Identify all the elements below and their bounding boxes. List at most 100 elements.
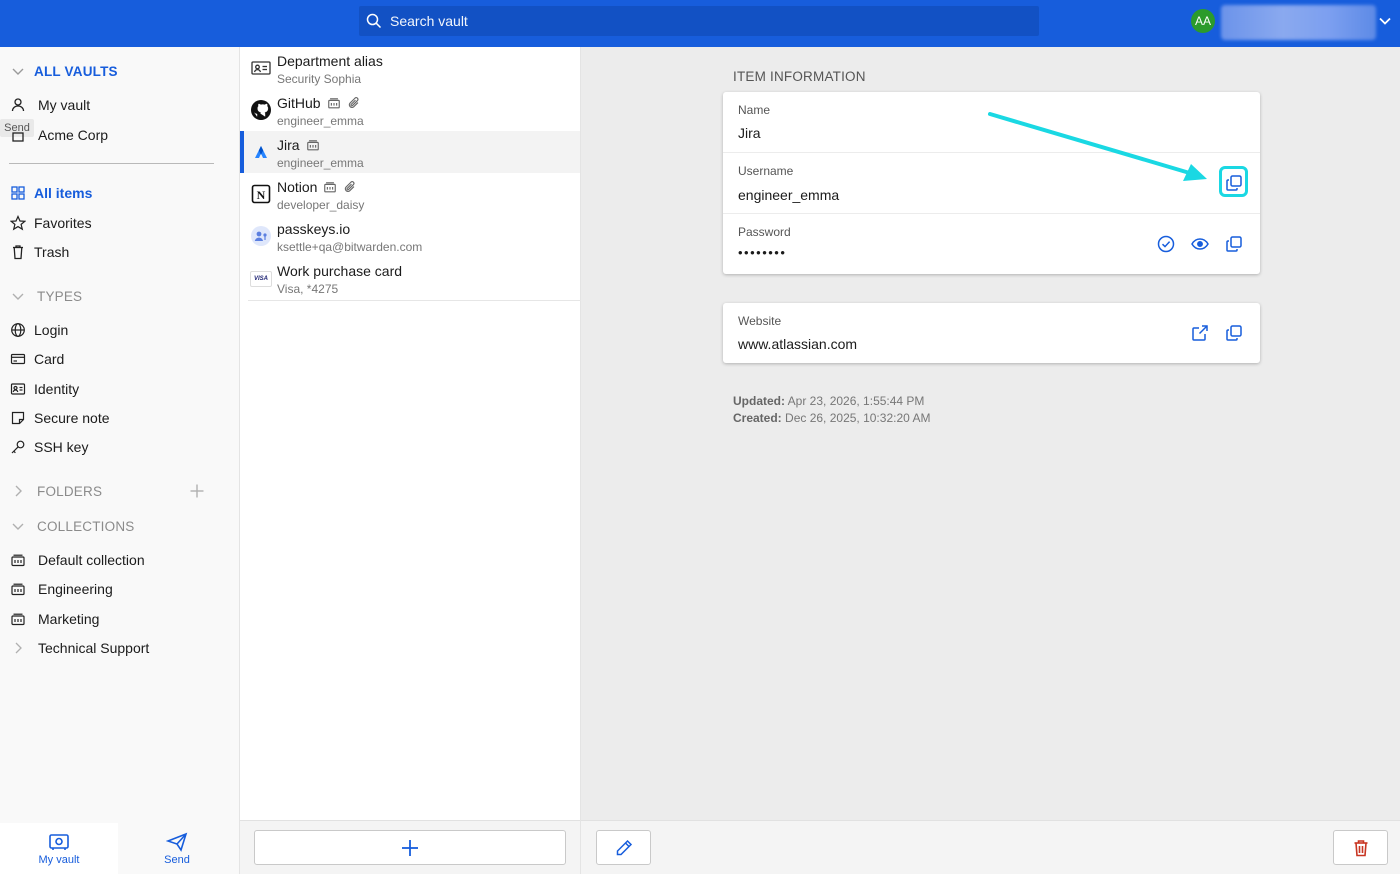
list-item[interactable]: passkeys.io ksettle+qa@bitwarden.com — [240, 215, 580, 257]
jira-icon — [250, 141, 272, 163]
sidebar-item-my-vault[interactable]: My vault — [10, 93, 90, 117]
name-label: Name — [738, 103, 771, 117]
copy-icon — [1225, 235, 1243, 253]
list-item-subtitle: engineer_emma — [277, 156, 364, 170]
copy-icon — [1225, 324, 1243, 342]
password-field: Password •••••••• — [723, 213, 1260, 275]
sidebar-item-acme-corp[interactable]: Acme Corp — [10, 123, 108, 147]
github-icon — [250, 99, 272, 121]
chevron-down-icon — [11, 64, 25, 78]
list-item-name: Notion — [277, 179, 318, 195]
card-icon — [10, 351, 26, 367]
sidebar-item-identity[interactable]: Identity — [10, 377, 79, 401]
plus-icon — [400, 838, 420, 858]
delete-button[interactable] — [1333, 830, 1388, 865]
copy-password-button[interactable] — [1223, 233, 1245, 255]
sidebar-item-label: Login — [34, 322, 69, 338]
created-row: Created: Dec 26, 2025, 10:32:20 AM — [733, 410, 930, 427]
folders-header[interactable]: FOLDERS — [11, 479, 216, 503]
edit-button[interactable] — [596, 830, 651, 865]
name-value[interactable]: Jira — [738, 125, 761, 141]
sidebar-item-technical-support[interactable]: Technical Support — [10, 636, 149, 660]
all-vaults-header[interactable]: ALL VAULTS — [11, 59, 118, 83]
trash-icon — [1351, 838, 1371, 858]
copy-website-button[interactable] — [1223, 322, 1245, 344]
sidebar-item-label: Secure note — [34, 410, 110, 426]
chevron-right-icon[interactable] — [10, 640, 26, 656]
sidebar-item-card[interactable]: Card — [10, 347, 64, 371]
sidebar-item-secure-note[interactable]: Secure note — [10, 406, 110, 430]
list-item[interactable]: VISA Work purchase card Visa, *4275 — [240, 257, 580, 299]
account-name-redacted[interactable] — [1221, 5, 1376, 40]
sidebar-item-engineering[interactable]: Engineering — [10, 577, 113, 601]
list-item[interactable]: N Notion developer_daisy — [240, 173, 580, 215]
launch-website-button[interactable] — [1189, 322, 1211, 344]
globe-icon — [10, 322, 26, 338]
check-circle-icon — [1157, 235, 1175, 253]
search-bar[interactable] — [359, 6, 1039, 36]
sidebar-item-favorites[interactable]: Favorites — [10, 211, 92, 235]
item-list: Department alias Security Sophia GitHub … — [240, 47, 818, 874]
sidebar-item-marketing[interactable]: Marketing — [10, 607, 99, 631]
sidebar-item-label: Card — [34, 351, 65, 367]
avatar[interactable]: AA — [1191, 9, 1215, 33]
add-item-button[interactable] — [254, 830, 566, 865]
collections-header[interactable]: COLLECTIONS — [11, 514, 134, 538]
password-value[interactable]: •••••••• — [738, 245, 786, 260]
check-password-button[interactable] — [1155, 233, 1177, 255]
website-field: Website www.atlassian.com — [723, 303, 1260, 363]
collection-icon — [10, 552, 26, 568]
chevron-down-icon[interactable] — [1378, 14, 1392, 28]
vault-icon — [48, 832, 70, 852]
grid-icon — [10, 185, 26, 201]
notion-icon: N — [250, 183, 272, 205]
sidebar-item-trash[interactable]: Trash — [10, 240, 69, 264]
list-item-title: Department alias — [277, 53, 383, 69]
list-item-title: Work purchase card — [277, 263, 402, 279]
eye-icon — [1191, 235, 1209, 253]
nav-send[interactable]: Send — [118, 823, 236, 874]
id-card-icon — [10, 381, 26, 397]
sidebar-item-all-items[interactable]: All items — [10, 181, 92, 205]
top-bar: AA — [0, 0, 1400, 47]
updated-value: Apr 23, 2026, 1:55:44 PM — [787, 394, 925, 408]
annotation-highlight — [1219, 166, 1248, 197]
collection-icon — [306, 138, 320, 152]
nav-my-vault[interactable]: My vault — [0, 823, 118, 874]
collection-icon — [323, 180, 337, 194]
paper-plane-icon — [166, 832, 188, 852]
list-item[interactable]: GitHub engineer_emma — [240, 89, 580, 131]
person-icon — [10, 97, 26, 113]
password-label: Password — [738, 225, 791, 239]
sidebar-item-label: All items — [34, 185, 93, 201]
list-item-subtitle: Security Sophia — [277, 72, 362, 86]
sidebar-item-ssh-key[interactable]: SSH key — [10, 435, 88, 459]
sidebar: ALL VAULTS My vault Send Acme Corp All i… — [0, 47, 240, 874]
updated-row: Updated: Apr 23, 2026, 1:55:44 PM — [733, 393, 930, 410]
list-item-subtitle: ksettle+qa@bitwarden.com — [277, 240, 423, 254]
sidebar-item-login[interactable]: Login — [10, 318, 68, 342]
passkey-icon — [250, 225, 272, 247]
sidebar-item-label: Marketing — [38, 611, 100, 627]
username-label: Username — [738, 164, 794, 178]
list-item-name: Department alias — [277, 53, 383, 69]
divider — [9, 163, 214, 164]
sidebar-item-default-collection[interactable]: Default collection — [10, 548, 145, 572]
chevron-down-icon — [11, 519, 25, 533]
username-value[interactable]: engineer_emma — [738, 187, 839, 203]
folders-label: FOLDERS — [37, 483, 103, 499]
list-item-subtitle: developer_daisy — [277, 198, 365, 212]
search-input[interactable] — [388, 12, 992, 30]
list-item[interactable]: Department alias Security Sophia — [240, 47, 580, 89]
pencil-icon — [614, 838, 634, 858]
toggle-visibility-button[interactable] — [1189, 233, 1211, 255]
paperclip-icon — [343, 180, 357, 194]
list-item-selected[interactable]: Jira engineer_emma — [240, 131, 580, 173]
types-header[interactable]: TYPES — [11, 284, 82, 308]
building-icon — [10, 127, 26, 143]
visa-icon: VISA — [250, 271, 272, 287]
add-folder-icon[interactable] — [189, 483, 205, 499]
website-value[interactable]: www.atlassian.com — [738, 336, 857, 352]
sidebar-item-label: Acme Corp — [38, 127, 109, 143]
sidebar-item-label: SSH key — [34, 439, 89, 455]
